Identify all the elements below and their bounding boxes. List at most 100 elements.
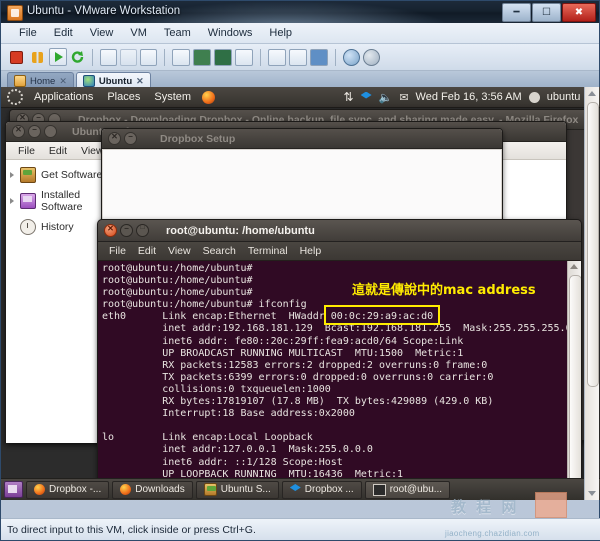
unity-icon[interactable] [214, 48, 232, 66]
terminal-title: root@ubuntu: /home/ubuntu [166, 224, 315, 237]
ubuntu-icon [82, 75, 95, 87]
terminal-minimize-icon[interactable]: − [120, 224, 133, 237]
dropbox-icon [289, 484, 301, 492]
menu-places[interactable]: Places [104, 91, 143, 103]
terminal-menu-edit[interactable]: Edit [133, 244, 161, 258]
guest-scroll-up-arrow-icon[interactable] [588, 91, 596, 96]
show-desktop-icon[interactable] [4, 481, 23, 498]
dropbox-icon[interactable] [360, 91, 372, 99]
gnome-panel-tray: ⇅ 🔈 ✉ Wed Feb 16, 3:56 AM ubuntu ⎈ [344, 87, 597, 107]
dropbox-setup-close-icon[interactable]: ✕ [108, 132, 121, 145]
sidebar-item-get-software[interactable]: Get Software [6, 164, 116, 186]
show-sidebar-icon[interactable] [172, 48, 190, 66]
task-label: Dropbox -... [49, 484, 102, 495]
volume-icon[interactable]: 🔈 [379, 91, 393, 104]
user-label[interactable]: ubuntu [547, 91, 581, 103]
menu-view[interactable]: View [82, 25, 122, 41]
mail-icon[interactable]: ✉ [399, 91, 408, 104]
menu-windows[interactable]: Windows [200, 25, 261, 41]
firefox-icon [120, 484, 132, 495]
menu-system[interactable]: System [151, 91, 194, 103]
scroll-up-arrow-icon[interactable] [570, 264, 578, 269]
terminal-menu-help[interactable]: Help [295, 244, 327, 258]
play-icon[interactable] [49, 48, 67, 66]
guest-scrollbar-thumb[interactable] [587, 102, 599, 387]
terminal-scrollbar[interactable] [567, 261, 581, 500]
toolbar-separator-3 [260, 48, 261, 66]
terminal-menu-view[interactable]: View [163, 244, 196, 258]
guest-scroll-down-arrow-icon[interactable] [588, 491, 596, 496]
vmware-app-icon [7, 5, 23, 21]
menu-applications[interactable]: Applications [31, 91, 96, 103]
settings-icon[interactable] [363, 48, 380, 66]
menu-edit[interactable]: Edit [46, 25, 81, 41]
minimize-button[interactable]: ━ [502, 3, 531, 22]
summary-view-icon[interactable] [268, 48, 286, 66]
vmware-status-bar: To direct input to this VM, click inside… [1, 518, 600, 540]
quick-switch-icon[interactable] [235, 48, 253, 66]
terminal-scrollbar-thumb[interactable] [569, 275, 581, 500]
terminal-menu-file[interactable]: File [104, 244, 131, 258]
reset-icon[interactable] [70, 50, 85, 65]
screenshot-root: Ubuntu - VMware Workstation ━ ☐ ✖ File E… [0, 0, 600, 541]
mac-address-annotation-text: 這就是傳說中的mac address [352, 283, 536, 298]
terminal-close-icon[interactable]: ✕ [104, 224, 117, 237]
task-downloads[interactable]: Downloads [112, 480, 193, 499]
software-center-close-icon[interactable]: ✕ [12, 125, 25, 138]
snapshot-manager-icon[interactable] [140, 48, 157, 66]
vmware-workstation-window: Ubuntu - VMware Workstation ━ ☐ ✖ File E… [0, 0, 600, 541]
terminal-maximize-icon[interactable]: □ [136, 224, 149, 237]
tab-home-close-icon[interactable]: ✕ [59, 76, 67, 87]
firefox-icon[interactable] [202, 90, 216, 104]
terminal-menu-search[interactable]: Search [198, 244, 241, 258]
software-bag-icon [20, 167, 36, 183]
revert-snapshot-icon[interactable] [120, 48, 137, 66]
sidebar-item-installed-software[interactable]: Installed Software [6, 186, 116, 216]
gnome-top-panel: Applications Places System ⇅ 🔈 ✉ Wed Feb… [1, 87, 600, 108]
terminal-menu-bar: File Edit View Search Terminal Help [98, 242, 581, 261]
expand-triangle-icon[interactable] [10, 198, 14, 204]
task-ubuntu-software-center[interactable]: Ubuntu S... [195, 480, 279, 499]
expand-triangle-icon[interactable] [10, 172, 14, 178]
dropbox-setup-title: Dropbox Setup [160, 132, 236, 145]
window-title: Ubuntu - VMware Workstation [27, 5, 181, 17]
task-terminal[interactable]: root@ubu... [364, 480, 451, 499]
menu-vm[interactable]: VM [122, 25, 155, 41]
tab-home-label: Home [30, 75, 56, 87]
play-glyph [55, 52, 63, 62]
terminal-menu-terminal[interactable]: Terminal [243, 244, 293, 258]
pause-icon[interactable] [32, 51, 43, 63]
snapshot-icon[interactable] [100, 48, 117, 66]
task-dropbox-firefox[interactable]: Dropbox -... [26, 480, 110, 499]
usc-menu-edit[interactable]: Edit [43, 144, 73, 158]
terminal-output-area[interactable]: root@ubuntu:/home/ubuntu# root@ubuntu:/h… [98, 261, 581, 500]
connect-device-icon[interactable] [343, 48, 360, 66]
software-bag-icon [203, 483, 217, 496]
toolbar-separator-4 [335, 48, 336, 66]
vmware-status-text: To direct input to this VM, click inside… [7, 523, 256, 536]
menu-file[interactable]: File [11, 25, 45, 41]
guest-screen[interactable]: Applications Places System ⇅ 🔈 ✉ Wed Feb… [1, 87, 600, 500]
clock-label[interactable]: Wed Feb 16, 3:56 AM [416, 91, 522, 103]
stop-icon[interactable] [10, 50, 23, 64]
software-center-maximize-icon[interactable] [44, 125, 57, 138]
software-center-minimize-icon[interactable]: − [28, 125, 41, 138]
usc-menu-file[interactable]: File [12, 144, 41, 158]
dropbox-setup-minimize-icon[interactable]: − [124, 132, 137, 145]
maximize-button[interactable]: ☐ [532, 3, 561, 22]
toolbar-separator-2 [164, 48, 165, 66]
terminal-icon [372, 483, 386, 496]
menu-team[interactable]: Team [156, 25, 199, 41]
tab-ubuntu-close-icon[interactable]: ✕ [136, 76, 144, 87]
console-view-icon[interactable] [289, 48, 307, 66]
fullscreen-icon[interactable] [193, 48, 211, 66]
user-avatar-icon[interactable] [528, 91, 540, 103]
close-button[interactable]: ✖ [562, 3, 596, 22]
appliance-view-icon[interactable] [310, 48, 328, 66]
guest-view-scrollbar[interactable] [584, 87, 599, 500]
task-dropbox-setup[interactable]: Dropbox ... [281, 480, 362, 499]
vmware-title-bar: Ubuntu - VMware Workstation ━ ☐ ✖ [1, 1, 599, 23]
terminal-window[interactable]: ✕ − □ root@ubuntu: /home/ubuntu File Edi… [97, 219, 582, 500]
network-icon[interactable]: ⇅ [344, 90, 354, 104]
menu-help[interactable]: Help [261, 25, 300, 41]
